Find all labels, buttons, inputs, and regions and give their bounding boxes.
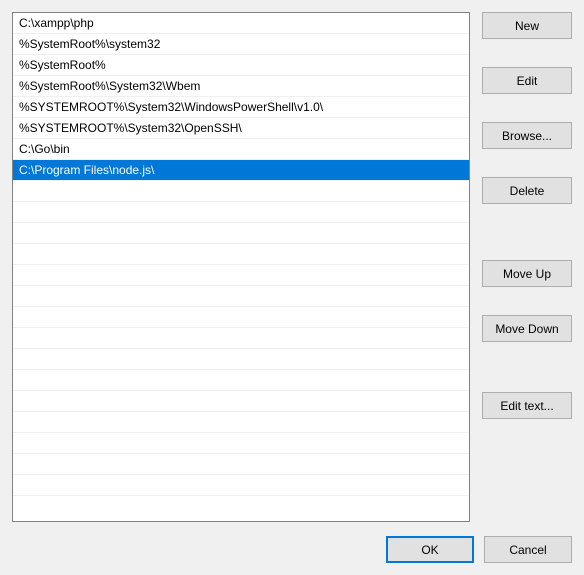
ok-button[interactable]: OK bbox=[386, 536, 474, 563]
list-item[interactable] bbox=[13, 391, 469, 412]
edit-button[interactable]: Edit bbox=[482, 67, 572, 94]
path-listbox[interactable]: C:\xampp\php%SystemRoot%\system32%System… bbox=[12, 12, 470, 522]
main-area: C:\xampp\php%SystemRoot%\system32%System… bbox=[12, 12, 572, 522]
list-item[interactable]: %SYSTEMROOT%\System32\WindowsPowerShell\… bbox=[13, 97, 469, 118]
list-item[interactable]: C:\Go\bin bbox=[13, 139, 469, 160]
list-item[interactable] bbox=[13, 265, 469, 286]
list-item[interactable]: C:\Program Files\node.js\ bbox=[13, 160, 469, 181]
list-item[interactable] bbox=[13, 328, 469, 349]
list-item[interactable] bbox=[13, 349, 469, 370]
new-button[interactable]: New bbox=[482, 12, 572, 39]
bottom-buttons: OK Cancel bbox=[12, 536, 572, 563]
list-item[interactable] bbox=[13, 202, 469, 223]
list-item[interactable] bbox=[13, 181, 469, 202]
side-buttons: New Edit Browse... Delete Move Up Move D… bbox=[482, 12, 572, 522]
list-item[interactable] bbox=[13, 454, 469, 475]
list-item[interactable]: %SystemRoot%\system32 bbox=[13, 34, 469, 55]
move-up-button[interactable]: Move Up bbox=[482, 260, 572, 287]
list-item[interactable]: %SystemRoot% bbox=[13, 55, 469, 76]
list-item[interactable] bbox=[13, 286, 469, 307]
list-item[interactable] bbox=[13, 307, 469, 328]
environment-variable-edit-dialog: C:\xampp\php%SystemRoot%\system32%System… bbox=[0, 0, 584, 575]
list-item[interactable] bbox=[13, 412, 469, 433]
list-item[interactable] bbox=[13, 370, 469, 391]
list-item[interactable] bbox=[13, 223, 469, 244]
list-item[interactable]: %SystemRoot%\System32\Wbem bbox=[13, 76, 469, 97]
list-item[interactable] bbox=[13, 244, 469, 265]
cancel-button[interactable]: Cancel bbox=[484, 536, 572, 563]
browse-button[interactable]: Browse... bbox=[482, 122, 572, 149]
list-item[interactable] bbox=[13, 475, 469, 496]
list-item[interactable]: C:\xampp\php bbox=[13, 13, 469, 34]
delete-button[interactable]: Delete bbox=[482, 177, 572, 204]
move-down-button[interactable]: Move Down bbox=[482, 315, 572, 342]
list-item[interactable]: %SYSTEMROOT%\System32\OpenSSH\ bbox=[13, 118, 469, 139]
edit-text-button[interactable]: Edit text... bbox=[482, 392, 572, 419]
list-item[interactable] bbox=[13, 433, 469, 454]
